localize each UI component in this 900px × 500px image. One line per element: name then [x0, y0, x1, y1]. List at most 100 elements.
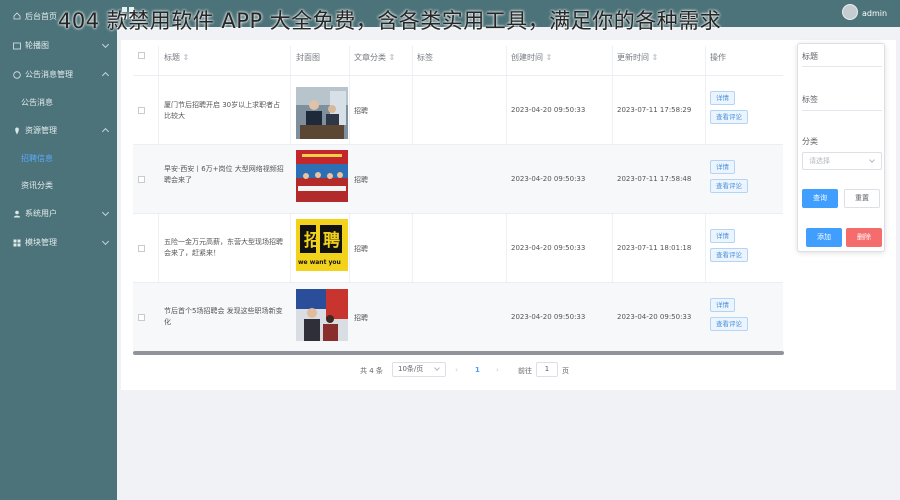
page-suffix-label: 页 [562, 367, 569, 375]
column-header-title[interactable]: 标题 ⇕ [164, 52, 189, 63]
row-checkbox[interactable] [138, 176, 145, 183]
category-select[interactable]: 请选择 [802, 152, 882, 170]
page-size-value: 10条/页 [398, 365, 424, 373]
sidebar-item-system-user[interactable]: 系统用户 [0, 199, 117, 228]
view-reviews-button[interactable]: 查看评论 [710, 248, 748, 262]
user-icon [12, 209, 21, 218]
row-updated: 2023-04-20 09:50:33 [617, 313, 692, 321]
sidebar-item-label: 招聘信息 [21, 154, 53, 163]
home-icon [12, 12, 21, 21]
row-title[interactable]: 厦门节后招聘开启 30岁以上求职者占比较大 [164, 100, 286, 122]
sidebar-item-notice-mgmt[interactable]: 公告消息管理 [0, 60, 117, 89]
row-title[interactable]: 节后首个5场招聘会 发现这些职场新变化 [164, 306, 286, 328]
view-reviews-button[interactable]: 查看评论 [710, 179, 748, 193]
column-header-tag: 标签 [417, 53, 433, 62]
detail-button[interactable]: 详情 [710, 298, 735, 312]
poster-bottom-text: we want you [298, 259, 341, 266]
row-title[interactable]: 早安·西安丨6万+岗位 大型网络视频招聘会来了 [164, 164, 286, 186]
table-row: 节后首个5场招聘会 发现这些职场新变化 招聘 2023-04-20 09:50:… [133, 282, 783, 351]
goto-page-value: 1 [544, 365, 550, 373]
horizontal-scrollbar[interactable] [133, 351, 784, 355]
poster-top-text: 招聘 [304, 231, 342, 251]
row-title[interactable]: 五险一金万元高薪，东营大型现场招聘会来了，赶紧来！ [164, 237, 286, 259]
pagination-total: 共 4 条 [360, 367, 383, 375]
column-header-created[interactable]: 创建时间 ⇕ [511, 52, 552, 63]
row-checkbox[interactable] [138, 314, 145, 321]
chevron-down-icon [101, 208, 110, 217]
resource-icon [12, 126, 21, 135]
sidebar-item-module-mgmt[interactable]: 模块管理 [0, 228, 117, 257]
detail-button[interactable]: 详情 [710, 160, 735, 174]
column-header-updated[interactable]: 更新时间 ⇕ [617, 52, 658, 63]
next-page-button[interactable]: › [496, 366, 499, 374]
table-header: 标题 ⇕ 封面图 文章分类 ⇕ 标签 创建时间 ⇕ 更新时间 ⇕ 操作 [133, 46, 783, 68]
table-row: 厦门节后招聘开启 30岁以上求职者占比较大 招聘 2023-04-20 09:5… [133, 75, 783, 144]
sidebar-item-label: 公告消息管理 [25, 70, 73, 79]
category-filter-label: 分类 [802, 137, 818, 146]
row-updated: 2023-07-11 17:58:48 [617, 175, 692, 183]
detail-button[interactable]: 详情 [710, 229, 735, 243]
cover-image [296, 289, 348, 341]
add-button[interactable]: 添加 [806, 228, 842, 247]
filter-panel: 标题 标签 分类 请选择 查询 重置 添加 删除 [797, 43, 885, 252]
row-category: 招聘 [354, 314, 368, 322]
row-category: 招聘 [354, 107, 368, 115]
tag-filter-input[interactable] [802, 110, 882, 130]
sidebar-item-resource-mgmt[interactable]: 资源管理 [0, 116, 117, 145]
row-created: 2023-04-20 09:50:33 [511, 106, 586, 114]
notice-icon [12, 70, 21, 79]
view-reviews-button[interactable]: 查看评论 [710, 110, 748, 124]
sidebar-item-label: 轮播图 [25, 41, 49, 50]
module-icon [12, 238, 21, 247]
chevron-down-icon [869, 157, 875, 163]
sidebar-item-label: 资讯分类 [21, 181, 53, 190]
page-number-current[interactable]: 1 [475, 366, 480, 374]
sidebar-item-notice[interactable]: 公告消息 [0, 89, 117, 116]
chevron-down-icon [101, 40, 110, 49]
overlay-caption: 404 款禁用软件 APP 大全免费，含各类实用工具，满足你的各种需求 [58, 9, 722, 33]
row-category: 招聘 [354, 176, 368, 184]
goto-label: 前往 [518, 367, 532, 375]
chevron-up-icon [101, 127, 110, 136]
view-reviews-button[interactable]: 查看评论 [710, 317, 748, 331]
avatar[interactable] [842, 4, 858, 20]
delete-button[interactable]: 删除 [846, 228, 882, 247]
column-header-cover: 封面图 [296, 53, 320, 62]
row-category: 招聘 [354, 245, 368, 253]
prev-page-button[interactable]: ‹ [455, 366, 458, 374]
table-row: 五险一金万元高薪，东营大型现场招聘会来了，赶紧来！ 招聘 we want you… [133, 213, 783, 282]
tag-filter-label: 标签 [802, 95, 818, 104]
cover-image [296, 87, 348, 139]
sidebar: 后台首页 轮播图 公告消息管理 公告消息 资源管理 招聘信息 资讯分类 系统用户… [0, 0, 117, 500]
reset-button[interactable]: 重置 [844, 189, 880, 208]
row-updated: 2023-07-11 18:01:18 [617, 244, 692, 252]
table-row: 早安·西安丨6万+岗位 大型网络视频招聘会来了 招聘 2023-04-20 09… [133, 144, 783, 213]
chevron-down-icon [434, 365, 440, 371]
sidebar-item-label: 系统用户 [25, 209, 57, 218]
page-size-select[interactable]: 10条/页 [392, 362, 446, 377]
sidebar-item-label: 后台首页 [25, 11, 57, 21]
sidebar-item-label: 模块管理 [25, 238, 57, 247]
username[interactable]: admin [862, 9, 887, 18]
title-filter-label: 标题 [802, 52, 818, 61]
row-updated: 2023-07-11 17:58:29 [617, 106, 692, 114]
sidebar-item-carousel[interactable]: 轮播图 [0, 31, 117, 60]
row-checkbox[interactable] [138, 107, 145, 114]
select-all-checkbox[interactable] [138, 52, 145, 59]
chevron-down-icon [101, 237, 110, 246]
column-header-category[interactable]: 文章分类 ⇕ [354, 52, 395, 63]
cover-image: 招聘 we want you [296, 219, 348, 271]
detail-button[interactable]: 详情 [710, 91, 735, 105]
search-button[interactable]: 查询 [802, 189, 838, 208]
sidebar-item-label: 资源管理 [25, 126, 57, 135]
sidebar-item-label: 公告消息 [21, 98, 53, 107]
title-filter-input[interactable] [802, 66, 882, 86]
sidebar-item-news-category[interactable]: 资讯分类 [0, 172, 117, 199]
row-created: 2023-04-20 09:50:33 [511, 313, 586, 321]
goto-page-input[interactable]: 1 [536, 362, 558, 377]
column-header-actions: 操作 [710, 53, 726, 62]
chevron-up-icon [101, 71, 110, 80]
row-checkbox[interactable] [138, 245, 145, 252]
sidebar-item-recruit[interactable]: 招聘信息 [0, 145, 117, 172]
cover-image [296, 150, 348, 202]
